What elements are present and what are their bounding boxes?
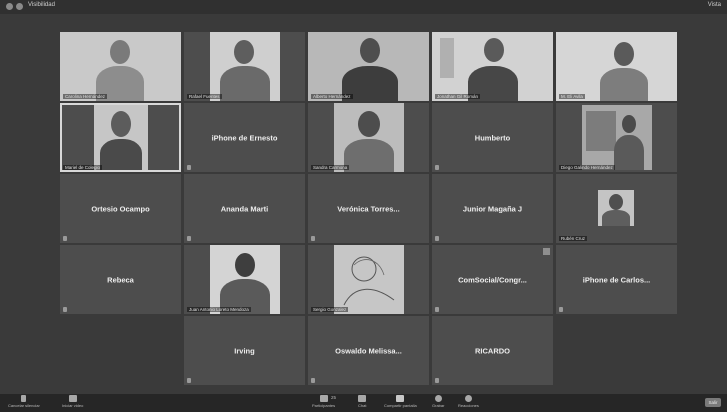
participants-count: 25 [331, 395, 337, 400]
participant-tile[interactable]: Junior Magaña J [432, 174, 553, 243]
participant-photo [334, 245, 404, 314]
video-camera-icon [68, 395, 77, 402]
participant-video [308, 32, 429, 101]
participant-tile[interactable]: Humberto [432, 103, 553, 172]
gallery-grid: Carolina Hernández Rafael Fuentes Albert… [60, 32, 677, 387]
record-icon [434, 395, 442, 402]
muted-mic-icon [435, 378, 439, 383]
record-label: Grabar [432, 403, 445, 408]
record-button[interactable]: Grabar [432, 395, 444, 408]
participant-name: Verónica Torres... [337, 204, 400, 213]
microphone-icon [21, 395, 27, 402]
participant-name: Alberto Hernández [311, 94, 353, 99]
participant-name: Carolina Hernández [63, 94, 108, 99]
participant-tile[interactable]: M. Eli Avila [556, 32, 677, 101]
participant-tile[interactable]: Sergio Gonzalez [308, 245, 429, 314]
video-label: Iniciar video [62, 403, 84, 408]
participant-tile[interactable]: Jonathan Gil Román [432, 32, 553, 101]
mute-button[interactable]: Cancelar silenciar [8, 395, 40, 408]
participant-tile[interactable]: Juan Antonio Loreto Mendoza [184, 245, 305, 314]
participant-tile[interactable]: Ortesio Ocampo [60, 174, 181, 243]
participant-name: Ortesio Ocampo [91, 204, 150, 213]
participant-name: Juan Antonio Loreto Mendoza [187, 307, 251, 312]
chat-icon [358, 395, 367, 402]
participant-name: M. Eli Avila [559, 94, 585, 99]
participant-video [60, 32, 181, 101]
participant-tile[interactable]: Rebeca [60, 245, 181, 314]
participant-tile[interactable]: Carolina Hernández [60, 32, 181, 101]
participant-name: Irving [234, 346, 255, 355]
participant-name: Mariel de Colegio [63, 165, 103, 170]
participant-video [210, 245, 280, 314]
participant-video [94, 105, 148, 170]
reactions-button[interactable]: Reacciones [458, 395, 479, 408]
reactions-icon [464, 395, 472, 402]
muted-mic-icon [63, 236, 67, 241]
participant-name: Rubén Cruz [559, 236, 588, 241]
participant-video [582, 105, 652, 170]
participant-tile[interactable]: iPhone de Ernesto [184, 103, 305, 172]
share-label: Compartir pantalla [384, 403, 417, 408]
participant-name: Oswaldo Melissa... [335, 346, 402, 355]
participant-tile[interactable]: Alberto Hernández [308, 32, 429, 101]
muted-mic-icon [311, 236, 315, 241]
muted-mic-icon [435, 236, 439, 241]
title-bar: Visibilidad Vista [0, 0, 727, 14]
participant-tile[interactable]: Irving [184, 316, 305, 385]
muted-mic-icon [187, 378, 191, 383]
participants-icon [319, 395, 328, 402]
participant-name: Rebeca [107, 275, 134, 284]
muted-mic-icon [435, 307, 439, 312]
participant-tile[interactable]: Oswaldo Melissa... [308, 316, 429, 385]
participant-video [210, 32, 280, 101]
participant-tile[interactable]: ComSocial/Congr... [432, 245, 553, 314]
participant-video [556, 32, 677, 101]
participant-tile[interactable]: Rubén Cruz [556, 174, 677, 243]
participant-video [334, 103, 404, 172]
pin-icon[interactable] [543, 248, 550, 255]
participant-name: Sandra Carmona [311, 165, 350, 170]
info-icon[interactable] [16, 3, 23, 10]
participant-tile[interactable]: iPhone de Carlos... [556, 245, 677, 314]
participant-name: RICARDO [475, 346, 510, 355]
chat-button[interactable]: Chat [358, 395, 366, 408]
shield-icon[interactable] [6, 3, 13, 10]
video-button[interactable]: Iniciar video [62, 395, 83, 408]
participant-tile[interactable]: RICARDO [432, 316, 553, 385]
participant-photo [598, 190, 634, 226]
reactions-label: Reacciones [458, 403, 479, 408]
view-button[interactable]: Vista [708, 2, 721, 8]
participant-name: Jonathan Gil Román [435, 94, 481, 99]
participant-name: iPhone de Ernesto [211, 133, 278, 142]
participant-name: Sergio Gonzalez [311, 307, 349, 312]
leave-meeting-button[interactable]: Salir [705, 398, 721, 407]
participant-tile[interactable]: Sandra Carmona [308, 103, 429, 172]
participant-tile[interactable]: Diego Galindo Hernández [556, 103, 677, 172]
participant-video [432, 32, 553, 101]
muted-mic-icon [187, 236, 191, 241]
participant-name: iPhone de Carlos... [582, 275, 651, 284]
participant-tile[interactable]: Verónica Torres... [308, 174, 429, 243]
muted-mic-icon [187, 165, 191, 170]
participant-name: Junior Magaña J [462, 204, 523, 213]
muted-mic-icon [311, 378, 315, 383]
participant-name: Humberto [474, 133, 511, 142]
participant-tile[interactable]: Rafael Fuentes [184, 32, 305, 101]
participant-tile[interactable]: Mariel de Colegio [60, 103, 181, 172]
chat-label: Chat [358, 403, 367, 408]
muted-mic-icon [435, 165, 439, 170]
muted-mic-icon [559, 307, 563, 312]
participant-name: ComSocial/Congr... [458, 275, 527, 284]
participant-name: Rafael Fuentes [187, 94, 222, 99]
meeting-toolbar: Cancelar silenciar Iniciar video Partici… [0, 394, 727, 412]
share-screen-button[interactable]: Compartir pantalla [384, 395, 417, 408]
participants-label: Participantes [312, 403, 336, 408]
muted-mic-icon [63, 307, 67, 312]
participant-name: Diego Galindo Hernández [559, 165, 615, 170]
share-screen-icon [396, 395, 405, 402]
participant-tile[interactable]: Ananda Marti [184, 174, 305, 243]
participant-name: Ananda Marti [220, 204, 269, 213]
mute-label: Cancelar silenciar [8, 403, 40, 408]
window-title: Visibilidad [28, 2, 55, 8]
